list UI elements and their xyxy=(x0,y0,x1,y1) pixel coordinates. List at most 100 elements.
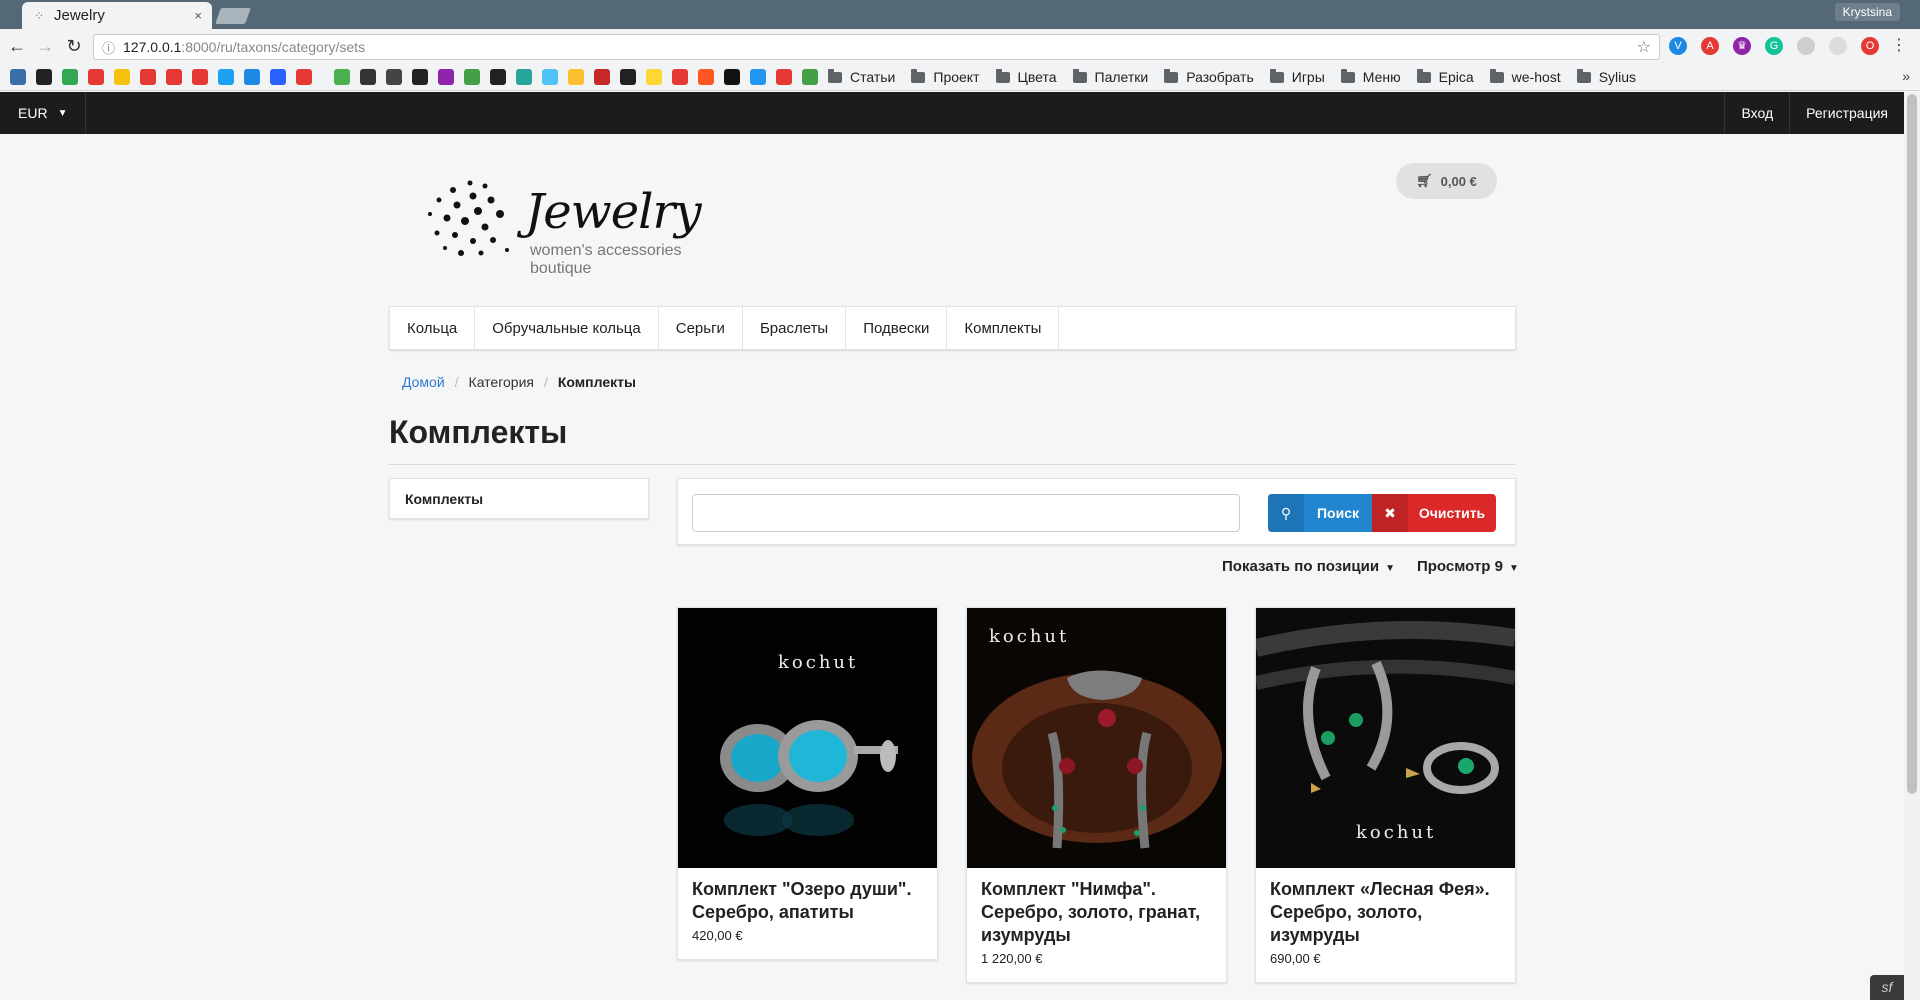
product-card[interactable]: kochut Комплект «Лесная Фея». Серебро, з… xyxy=(1255,607,1516,983)
extension-grid-icon[interactable] xyxy=(1797,37,1815,55)
bookmark-folder[interactable]: Проект xyxy=(911,68,980,85)
info-icon[interactable]: ⓘ xyxy=(102,38,115,57)
back-icon[interactable]: ← xyxy=(2,31,32,61)
page-scrollbar[interactable] xyxy=(1904,92,1920,1000)
bookmark-icon[interactable] xyxy=(296,69,312,85)
bookmark-folder[interactable]: Меню xyxy=(1340,68,1401,85)
per-page-label: Просмотр 9 xyxy=(1416,558,1503,575)
new-tab-button[interactable] xyxy=(215,8,251,24)
menu-item-earrings[interactable]: Серьги xyxy=(659,307,743,349)
product-card[interactable]: kochut Комплект "Озеро души". Серебро, а… xyxy=(677,607,938,960)
product-image[interactable]: kochut xyxy=(678,608,937,868)
breadcrumb-separator: / xyxy=(454,374,459,390)
bookmark-icon[interactable] xyxy=(672,69,688,85)
extension-vue-icon[interactable]: V xyxy=(1669,37,1687,55)
per-page-dropdown[interactable]: Просмотр 9 ▼ xyxy=(1417,558,1519,575)
bookmark-icon[interactable] xyxy=(724,69,740,85)
breadcrumb-home[interactable]: Домой xyxy=(402,374,445,390)
bookmark-icon[interactable] xyxy=(114,69,130,85)
bookmark-icon[interactable] xyxy=(776,69,792,85)
bookmark-icon[interactable] xyxy=(802,69,818,85)
bookmark-icon[interactable] xyxy=(412,69,428,85)
bookmark-folder-label: Статьи xyxy=(850,69,896,85)
bookmark-icon[interactable] xyxy=(516,69,532,85)
bookmark-icon[interactable] xyxy=(620,69,636,85)
extension-crown-icon[interactable]: ♛ xyxy=(1733,37,1751,55)
product-card[interactable]: kochut Комплект "Нимфа". Серебро, золото… xyxy=(966,607,1227,983)
profile-button[interactable]: Krystsina xyxy=(1834,3,1900,21)
sort-dropdown[interactable]: Показать по позиции ▼ xyxy=(1222,558,1395,575)
browser-tab[interactable]: ⁘ Jewelry × xyxy=(22,2,212,29)
bookmark-icon[interactable] xyxy=(140,69,156,85)
bookmark-folder[interactable]: Разобрать xyxy=(1164,68,1254,85)
bookmark-icon[interactable] xyxy=(698,69,714,85)
browser-menu-icon[interactable]: ⋮ xyxy=(1890,37,1908,55)
product-image[interactable]: kochut xyxy=(1256,608,1515,868)
forward-icon[interactable]: → xyxy=(30,31,60,61)
bookmark-icon[interactable] xyxy=(62,69,78,85)
bookmark-icon[interactable] xyxy=(464,69,480,85)
bookmark-icon[interactable] xyxy=(542,69,558,85)
bookmark-folder[interactable]: Цвета xyxy=(995,68,1057,85)
scrollbar-thumb[interactable] xyxy=(1907,94,1917,794)
bookmark-icon[interactable] xyxy=(10,69,26,85)
bookmarks-overflow-icon[interactable]: » xyxy=(1902,68,1910,84)
currency-selector[interactable]: EUR ▼ xyxy=(0,92,87,134)
bookmark-icon[interactable] xyxy=(192,69,208,85)
bookmark-icon[interactable] xyxy=(386,69,402,85)
bookmark-icon[interactable] xyxy=(750,69,766,85)
search-button[interactable]: ⚲ Поиск xyxy=(1268,494,1372,532)
bookmark-folder-label: Цвета xyxy=(1017,69,1057,85)
search-input[interactable] xyxy=(692,494,1240,532)
bookmark-folder[interactable]: Палетки xyxy=(1072,68,1148,85)
sidebar-item-sets[interactable]: Комплекты xyxy=(389,478,649,519)
bookmark-folder-label: Sylius xyxy=(1598,69,1637,85)
bookmark-icon[interactable] xyxy=(218,69,234,85)
login-link[interactable]: Вход xyxy=(1724,92,1789,134)
divider xyxy=(389,464,1516,465)
extension-circle-icon[interactable] xyxy=(1829,37,1847,55)
cart-button[interactable]: 🛒︎ 0,00 € xyxy=(1396,163,1497,199)
bookmark-icon[interactable] xyxy=(244,69,260,85)
symfony-debug-toolbar-icon[interactable]: sf xyxy=(1870,975,1904,1000)
bookmark-folder[interactable]: Sylius xyxy=(1576,68,1637,85)
bookmark-folder[interactable]: Epica xyxy=(1416,68,1474,85)
cart-icon: 🛒︎ xyxy=(1416,173,1433,188)
bookmark-star-icon[interactable]: ☆ xyxy=(1637,37,1651,57)
extension-opera-icon[interactable]: O xyxy=(1861,37,1879,55)
bookmark-icon[interactable] xyxy=(270,69,286,85)
register-link[interactable]: Регистрация xyxy=(1789,92,1904,134)
bookmark-icon[interactable] xyxy=(36,69,52,85)
bookmark-icon[interactable] xyxy=(646,69,662,85)
menu-item-wedding-rings[interactable]: Обручальные кольца xyxy=(475,307,659,349)
address-bar[interactable]: ⓘ 127.0.0.1 :8000/ru/taxons/category/set… xyxy=(93,34,1660,60)
menu-item-rings[interactable]: Кольца xyxy=(390,307,476,349)
bookmark-icon[interactable] xyxy=(568,69,584,85)
site-logo[interactable]: Jewelry women's accessories boutique xyxy=(425,178,745,277)
bookmark-icon[interactable] xyxy=(490,69,506,85)
bookmark-folder[interactable]: we-host xyxy=(1489,68,1561,85)
reload-icon[interactable]: ↻ xyxy=(59,31,89,61)
product-name[interactable]: Комплект "Нимфа". Серебро, золото, грана… xyxy=(981,878,1212,947)
product-name[interactable]: Комплект «Лесная Фея». Серебро, золото, … xyxy=(1270,878,1501,947)
folder-icon xyxy=(995,68,1010,83)
product-image[interactable]: kochut xyxy=(967,608,1226,868)
product-name[interactable]: Комплект "Озеро души". Серебро, апатиты xyxy=(692,878,923,924)
bookmark-icon[interactable] xyxy=(334,69,350,85)
bookmark-icon[interactable] xyxy=(438,69,454,85)
clear-button[interactable]: ✖ Очистить xyxy=(1372,494,1496,532)
bookmark-icon[interactable] xyxy=(360,69,376,85)
menu-item-pendants[interactable]: Подвески xyxy=(846,307,948,349)
nymph-set-image-icon xyxy=(967,608,1226,868)
bookmark-icon[interactable] xyxy=(166,69,182,85)
extension-a-icon[interactable]: A xyxy=(1701,37,1719,55)
bookmark-icon[interactable] xyxy=(594,69,610,85)
bookmark-folder[interactable]: Игры xyxy=(1269,68,1325,85)
bookmark-folder[interactable]: Статьи xyxy=(828,68,896,85)
close-tab-icon[interactable]: × xyxy=(194,8,202,23)
extension-grammarly-icon[interactable]: G xyxy=(1765,37,1783,55)
menu-item-bracelets[interactable]: Браслеты xyxy=(743,307,847,349)
menu-item-sets[interactable]: Комплекты xyxy=(947,307,1060,349)
bookmark-folder-label: Epica xyxy=(1438,69,1474,85)
bookmark-icon[interactable] xyxy=(88,69,104,85)
